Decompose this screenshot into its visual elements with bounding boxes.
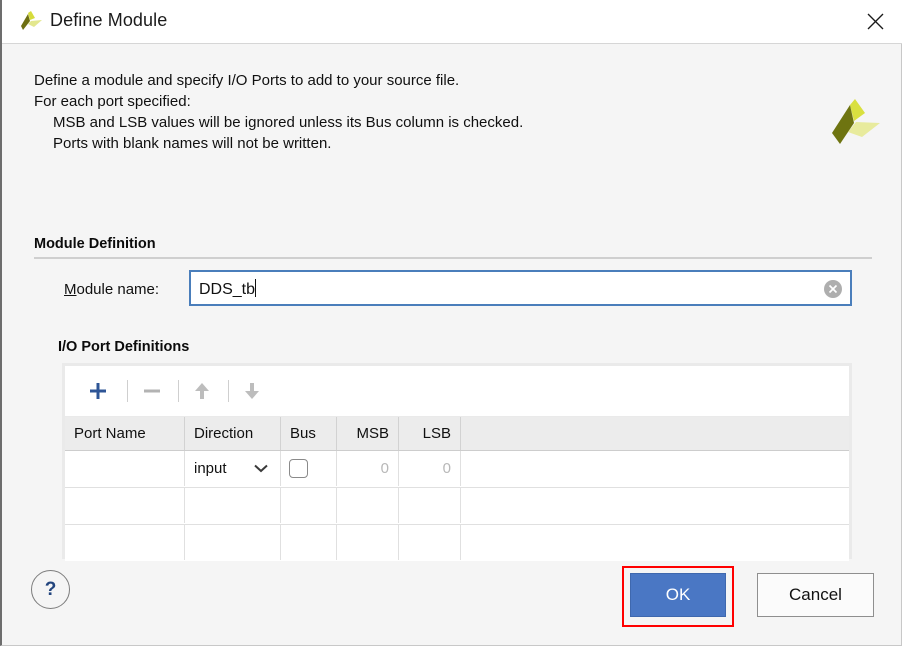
io-ports-table: Port Name Direction Bus MSB LSB input 0 … <box>65 416 849 561</box>
table-row[interactable]: input 0 0 <box>65 451 849 488</box>
description-line-2: For each port specified: <box>34 93 191 110</box>
column-header-lsb[interactable]: LSB <box>399 417 461 450</box>
cell-port-name[interactable] <box>65 488 185 523</box>
column-header-msb[interactable]: MSB <box>337 417 399 450</box>
table-header-row: Port Name Direction Bus MSB LSB <box>65 417 849 451</box>
cell-msb[interactable] <box>337 488 399 523</box>
ok-button[interactable]: OK <box>630 573 726 617</box>
vivado-brand-logo-icon <box>828 97 884 150</box>
description-line-3: MSB and LSB values will be ignored unles… <box>53 114 524 131</box>
cell-filler <box>461 525 849 560</box>
move-down-button[interactable] <box>235 374 269 408</box>
toolbar-separator <box>228 380 229 402</box>
column-header-bus[interactable]: Bus <box>281 417 337 450</box>
close-icon[interactable] <box>852 0 898 42</box>
table-row[interactable] <box>65 525 849 561</box>
cell-bus[interactable] <box>281 488 337 523</box>
column-header-port-name[interactable]: Port Name <box>65 417 185 450</box>
cell-lsb[interactable]: 0 <box>399 451 461 486</box>
cell-lsb[interactable] <box>399 525 461 560</box>
title-bar: Define Module <box>2 0 902 44</box>
help-button[interactable]: ? <box>31 570 70 609</box>
cell-direction[interactable] <box>185 525 281 560</box>
module-name-mnemonic: M <box>64 281 77 298</box>
column-header-direction[interactable]: Direction <box>185 417 281 450</box>
cell-bus-checkbox[interactable] <box>281 451 337 486</box>
bus-checkbox[interactable] <box>289 459 308 478</box>
vivado-logo-icon <box>18 9 44 33</box>
module-name-value: DDS_tb <box>199 281 256 298</box>
cell-filler <box>461 488 849 523</box>
cell-port-name[interactable] <box>65 525 185 560</box>
module-name-input[interactable]: DDS_tb <box>189 270 852 306</box>
move-up-button[interactable] <box>185 374 219 408</box>
module-name-label: Module name: <box>64 281 159 298</box>
cell-port-name[interactable] <box>65 451 185 486</box>
io-port-definitions-title: I/O Port Definitions <box>58 339 190 355</box>
dialog-title: Define Module <box>50 10 168 30</box>
cell-bus[interactable] <box>281 525 337 560</box>
define-module-dialog: Define Module Define a module and specif… <box>0 0 902 646</box>
direction-value: input <box>194 460 227 477</box>
column-header-filler <box>461 417 849 450</box>
section-divider <box>34 257 872 259</box>
add-port-button[interactable] <box>81 374 115 408</box>
description-block: Define a module and specify I/O Ports to… <box>34 70 523 154</box>
cell-msb[interactable]: 0 <box>337 451 399 486</box>
toolbar-separator <box>127 380 128 402</box>
cell-lsb[interactable] <box>399 488 461 523</box>
chevron-down-icon[interactable] <box>254 451 268 486</box>
io-ports-toolbar <box>65 366 849 416</box>
text-caret <box>255 279 257 297</box>
toolbar-separator <box>178 380 179 402</box>
cell-msb[interactable] <box>337 525 399 560</box>
module-name-value-wrap: DDS_tb <box>199 279 257 299</box>
remove-port-button[interactable] <box>135 374 169 408</box>
cancel-button[interactable]: Cancel <box>757 573 874 617</box>
module-name-label-rest: odule name: <box>76 281 160 298</box>
cell-direction-dropdown[interactable]: input <box>185 451 281 486</box>
cell-filler <box>461 451 849 486</box>
cell-direction[interactable] <box>185 488 281 523</box>
table-row[interactable] <box>65 488 849 525</box>
description-line-4: Ports with blank names will not be writt… <box>53 135 332 152</box>
module-definition-title: Module Definition <box>34 236 156 252</box>
clear-circle-icon[interactable] <box>823 279 843 299</box>
io-ports-panel: Port Name Direction Bus MSB LSB input 0 … <box>62 363 852 561</box>
description-line-1: Define a module and specify I/O Ports to… <box>34 72 460 89</box>
